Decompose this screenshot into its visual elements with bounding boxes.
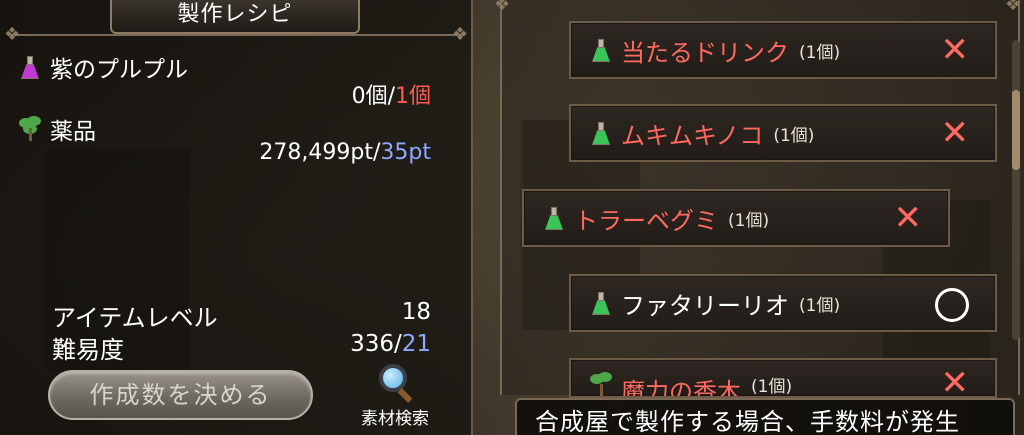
available-circle-icon [935,288,969,322]
category-name: 薬品 [50,119,96,145]
message-box: 合成屋で製作する場合、手数料が発生 [515,398,1015,435]
frame-divider [8,34,465,36]
title-bar: 製作レシピ [110,0,360,34]
recipe-item[interactable]: ムキムキノコ (1個) ✕ [569,104,997,162]
green-flask-icon [589,120,613,146]
plant-icon [589,372,613,396]
recipe-item[interactable]: 魔力の香木 (1個) ✕ [569,358,997,398]
green-flask-icon [589,290,613,316]
green-flask-icon [542,205,566,231]
difficulty-current: 336/ [350,331,402,357]
panel-title: 製作レシピ [177,2,293,27]
material-count: 0個/1個 [352,78,431,110]
item-level-label: アイテムレベル [52,304,218,332]
material-row: 紫のプルプル [18,50,188,84]
recipe-item-name: ファタリーリオ [621,291,789,320]
material-name: 紫のプルプル [50,57,188,83]
material-search-label: 素材検索 [361,409,429,429]
material-search-button[interactable]: 素材検索 [350,362,440,432]
material-need: 1個 [395,84,431,109]
unavailable-x-icon: ✕ [940,113,970,153]
category-need: 35pt [380,140,431,165]
material-have: 0個/ [351,84,395,109]
recipe-item-selected[interactable]: トラーベグミ (1個) ✕ [522,189,950,247]
item-level-value: 18 [401,299,431,325]
message-text: 合成屋で製作する場合、手数料が発生 [535,408,960,435]
purple-flask-icon [18,54,42,80]
unavailable-x-icon: ✕ [893,198,923,238]
recipe-item[interactable]: 当たるドリンク (1個) ✕ [569,21,997,79]
difficulty-label: 難易度 [52,336,124,364]
recipe-item-name: ムキムキノコ [621,121,764,150]
corner-ornament: ❖ [4,24,21,45]
recipe-item[interactable]: ファタリーリオ (1個) [569,274,997,332]
difficulty-limit: 21 [401,331,431,357]
recipe-item-qty: (1個) [773,125,815,146]
difficulty-value: 336/21 [350,331,431,357]
category-points: 278,499pt/35pt [259,140,431,165]
magnifier-icon [375,362,415,403]
category-row: 薬品 [18,112,96,146]
decide-quantity-button[interactable]: 作成数を決める [48,370,313,420]
recipe-item-name: 魔力の香木 [621,378,741,398]
recipe-item-qty: (1個) [728,210,770,231]
corner-ornament: ❖ [1005,0,1022,15]
recipe-detail-panel: 製作レシピ ❖ ❖ 紫のプルプル 0個/1個 薬品 278,499pt/35pt… [0,0,473,435]
recipe-item-name: トラーベグミ [574,206,718,235]
corner-ornament: ❖ [452,24,469,45]
corner-ornament: ❖ [494,0,511,15]
decide-quantity-label: 作成数を決める [89,381,272,409]
scrollbar-thumb[interactable] [1012,90,1020,170]
unavailable-x-icon: ✕ [940,363,970,398]
plant-icon [18,116,42,142]
recipe-item-qty: (1個) [799,42,841,63]
recipe-item-qty: (1個) [751,377,793,397]
recipe-item-name: 当たるドリンク [621,38,789,67]
recipe-item-qty: (1個) [799,295,841,316]
category-have: 278,499pt/ [259,140,381,165]
green-flask-icon [589,37,613,63]
recipe-list-scrollbar[interactable] [1012,40,1020,340]
unavailable-x-icon: ✕ [940,30,970,70]
